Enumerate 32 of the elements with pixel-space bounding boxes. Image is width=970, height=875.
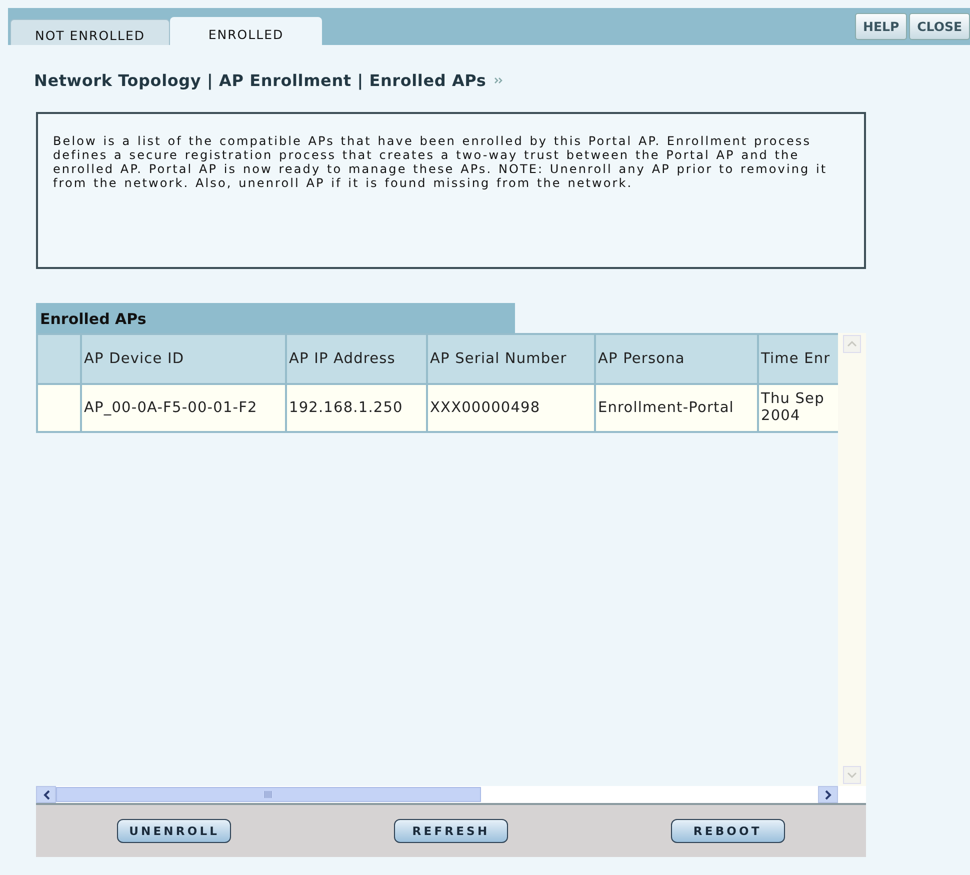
- vertical-scrollbar[interactable]: [838, 333, 866, 786]
- chevron-up-icon: [847, 341, 857, 347]
- action-button[interactable]: REFRESH: [394, 819, 508, 843]
- help-button[interactable]: HELP: [854, 13, 908, 40]
- table-cell: Enrollment-Portal: [595, 384, 758, 432]
- action-button[interactable]: REBOOT: [670, 819, 785, 843]
- scroll-right-button[interactable]: [818, 786, 838, 803]
- scroll-down-button[interactable]: [843, 766, 861, 784]
- tab[interactable]: NOT ENROLLED: [10, 19, 170, 45]
- description-text: Below is a list of the compatible APs that have been enrolled by this Portal AP. Enrollment process defines a secure registration process that creates a two-way trust between the Portal AP and the enrolled AP. Portal AP is now ready to manage these APs. NOTE: Unenroll any AP prior to removing it from the network. Also, unenroll AP if it is found missing from the network.: [53, 134, 828, 190]
- horizontal-scrollbar[interactable]: [36, 786, 838, 803]
- scroll-up-button[interactable]: [843, 335, 861, 353]
- table-cell: XXX00000498: [427, 384, 595, 432]
- column-header: AP Serial Number: [427, 334, 595, 384]
- tab[interactable]: ENROLLED: [170, 17, 322, 45]
- action-button[interactable]: UNENROLL: [117, 819, 232, 843]
- breadcrumb: Network Topology | AP Enrollment | Enrolled APs: [34, 70, 486, 90]
- column-header: AP IP Address: [286, 334, 427, 384]
- double-chevron-icon: [494, 76, 504, 84]
- column-header: Time Enr: [758, 334, 838, 384]
- table-cell: Thu Sep 2004: [758, 384, 838, 432]
- table-title: Enrolled APs: [36, 303, 515, 333]
- table-cell: AP_00-0A-F5-00-01-F2: [81, 384, 286, 432]
- chevron-left-icon: [42, 790, 50, 800]
- column-header: AP Device ID: [81, 334, 286, 384]
- close-button[interactable]: CLOSE: [909, 13, 970, 40]
- column-header: AP Persona: [595, 334, 758, 384]
- table-cell: 192.168.1.250: [286, 384, 427, 432]
- chevron-down-icon: [847, 772, 857, 778]
- chevron-right-icon: [824, 790, 832, 800]
- scrollbar-thumb[interactable]: [56, 787, 481, 802]
- scroll-left-button[interactable]: [36, 786, 56, 803]
